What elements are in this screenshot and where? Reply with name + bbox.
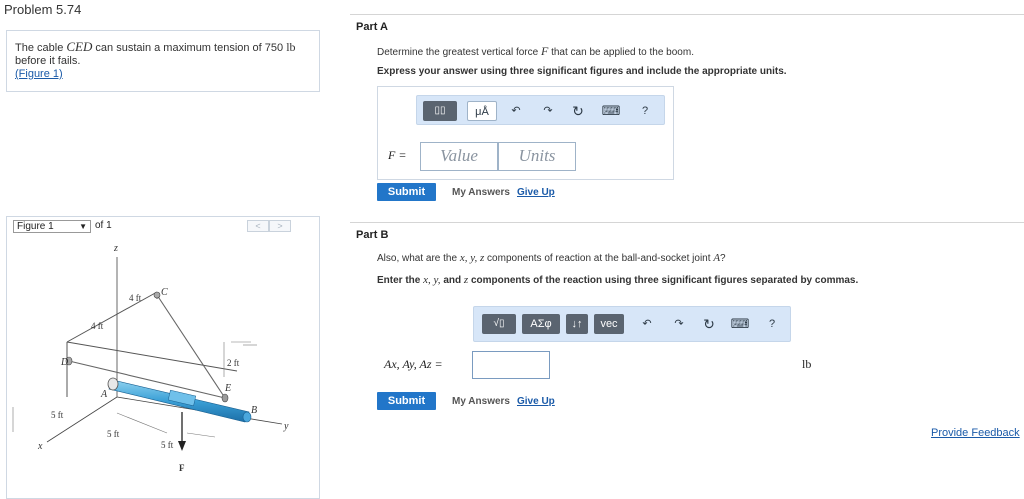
label-E: E [224, 383, 231, 394]
problem-statement: The cable CED can sustain a maximum tens… [6, 30, 320, 92]
dim-5ft-bottom: 5 ft [107, 429, 120, 439]
sqrt-template-button[interactable]: √▯ [482, 314, 516, 334]
figure-link[interactable]: (Figure 1) [15, 68, 63, 80]
label-B: B [251, 405, 257, 416]
label-D: D [60, 357, 69, 368]
unit-lb: lb [286, 40, 296, 54]
label-F: F [179, 463, 185, 473]
prompt-text: components of reaction at the ball-and-s… [484, 253, 714, 264]
part-a-toolbar: ▯▯ μÅ ↶ ↷ ↻ ⌨ ? [416, 95, 665, 125]
statement-text: can sustain a maximum tension of 750 [92, 42, 287, 54]
undo-icon[interactable]: ↶ [507, 101, 525, 121]
cable-variable: CED [66, 39, 93, 54]
cable-CE [156, 294, 226, 399]
force-arrow-icon [178, 412, 186, 451]
prompt-text: Also, what are the [377, 253, 460, 264]
support-C [153, 291, 161, 299]
next-figure-button[interactable]: > [269, 220, 291, 232]
divider [350, 14, 1024, 15]
ball-socket-A [107, 377, 119, 391]
part-a-give-up-link[interactable]: Give Up [517, 187, 555, 198]
reset-icon[interactable]: ↻ [700, 314, 718, 334]
part-b-title: Part B [356, 229, 389, 241]
help-icon[interactable]: ? [764, 314, 780, 334]
arrows-button[interactable]: ↓↑ [566, 314, 588, 334]
divider [350, 222, 1024, 223]
label-z: z [113, 243, 118, 254]
part-a-my-answers-link[interactable]: My Answers [452, 187, 510, 198]
label-C: C [161, 287, 168, 298]
instruction-text: Enter the [377, 275, 424, 286]
value-input[interactable]: Value [420, 142, 498, 171]
part-b-submit-button[interactable]: Submit [377, 392, 436, 410]
part-b-give-up-link[interactable]: Give Up [517, 396, 555, 407]
boom-figure: z x y C D A E B F 4 ft 4 ft 2 ft 5 ft 5 … [12, 243, 289, 473]
dropdown-arrow-icon: ▼ [79, 222, 87, 231]
keyboard-icon[interactable]: ⌨ [601, 101, 621, 121]
figure-count: of 1 [95, 220, 112, 231]
unit-lb: lb [802, 357, 812, 371]
keyboard-icon[interactable]: ⌨ [730, 314, 750, 334]
reset-icon[interactable]: ↻ [569, 101, 587, 121]
vector-button[interactable]: vec [594, 314, 624, 334]
templates-button[interactable]: ▯▯ [423, 101, 457, 121]
part-b-instruction: Enter the x, y, and z components of the … [377, 274, 858, 286]
dim-4ft-top: 4 ft [129, 293, 142, 303]
label-x: x [37, 441, 43, 452]
provide-feedback-link[interactable]: Provide Feedback [931, 427, 1020, 439]
figure-select[interactable]: Figure 1 ▼ [13, 220, 91, 233]
units-input[interactable]: Units [498, 142, 576, 171]
prompt-text: that can be applied to the boom. [548, 47, 694, 58]
wall-top-edge [66, 291, 158, 343]
label-y: y [283, 421, 289, 432]
part-b-toolbar: √▯ ΑΣφ ↓↑ vec ↶ ↷ ↻ ⌨ ? [473, 306, 791, 342]
redo-icon[interactable]: ↷ [670, 314, 688, 334]
part-a-title: Part A [356, 21, 388, 33]
figure-select-value: Figure 1 [17, 221, 54, 232]
prompt-text: Determine the greatest vertical force [377, 47, 541, 58]
dim-5ft-mid: 5 ft [161, 440, 174, 450]
reaction-input[interactable] [472, 351, 550, 379]
undo-icon[interactable]: ↶ [638, 314, 656, 334]
boom [65, 291, 252, 423]
statement-text-2: before it fails. [15, 55, 81, 67]
part-b-my-answers-link[interactable]: My Answers [452, 396, 510, 407]
greek-symbols-button[interactable]: ΑΣφ [522, 314, 560, 334]
xyz-variables: x, y, z [459, 252, 485, 264]
part-b-prompt: Also, what are the x, y, z components of… [377, 252, 726, 264]
problem-title: Problem 5.74 [4, 2, 82, 17]
help-icon[interactable]: ? [637, 101, 653, 121]
part-a-prompt: Determine the greatest vertical force F … [377, 44, 694, 59]
answer-label-F: F = [388, 148, 407, 162]
joint-E [221, 393, 229, 403]
prompt-text: ? [720, 253, 726, 264]
dim-4ft-left: 4 ft [91, 321, 104, 331]
figure-toolbar: Figure 1 ▼ of 1 < > [7, 217, 319, 235]
instruction-text: components of the reaction using three s… [468, 275, 859, 286]
part-a-submit-button[interactable]: Submit [377, 183, 436, 201]
prev-figure-button[interactable]: < [247, 220, 269, 232]
statement-text: The cable [15, 42, 67, 54]
label-A: A [100, 389, 108, 400]
answer-label-axayaz: Ax, Ay, Az = [384, 357, 443, 371]
part-a-answer-box: ▯▯ μÅ ↶ ↷ ↻ ⌨ ? F = Value Units [377, 86, 674, 180]
units-button[interactable]: μÅ [467, 101, 497, 121]
dim-5ft-left: 5 ft [51, 410, 64, 420]
dim-2ft: 2 ft [227, 358, 240, 368]
xy-variables: x, y, [423, 274, 441, 286]
part-a-instruction: Express your answer using three signific… [377, 66, 787, 77]
instruction-text: and [440, 275, 464, 286]
figure-panel: Figure 1 ▼ of 1 < > z x y C D A E B F 4 … [6, 216, 320, 499]
redo-icon[interactable]: ↷ [539, 101, 557, 121]
